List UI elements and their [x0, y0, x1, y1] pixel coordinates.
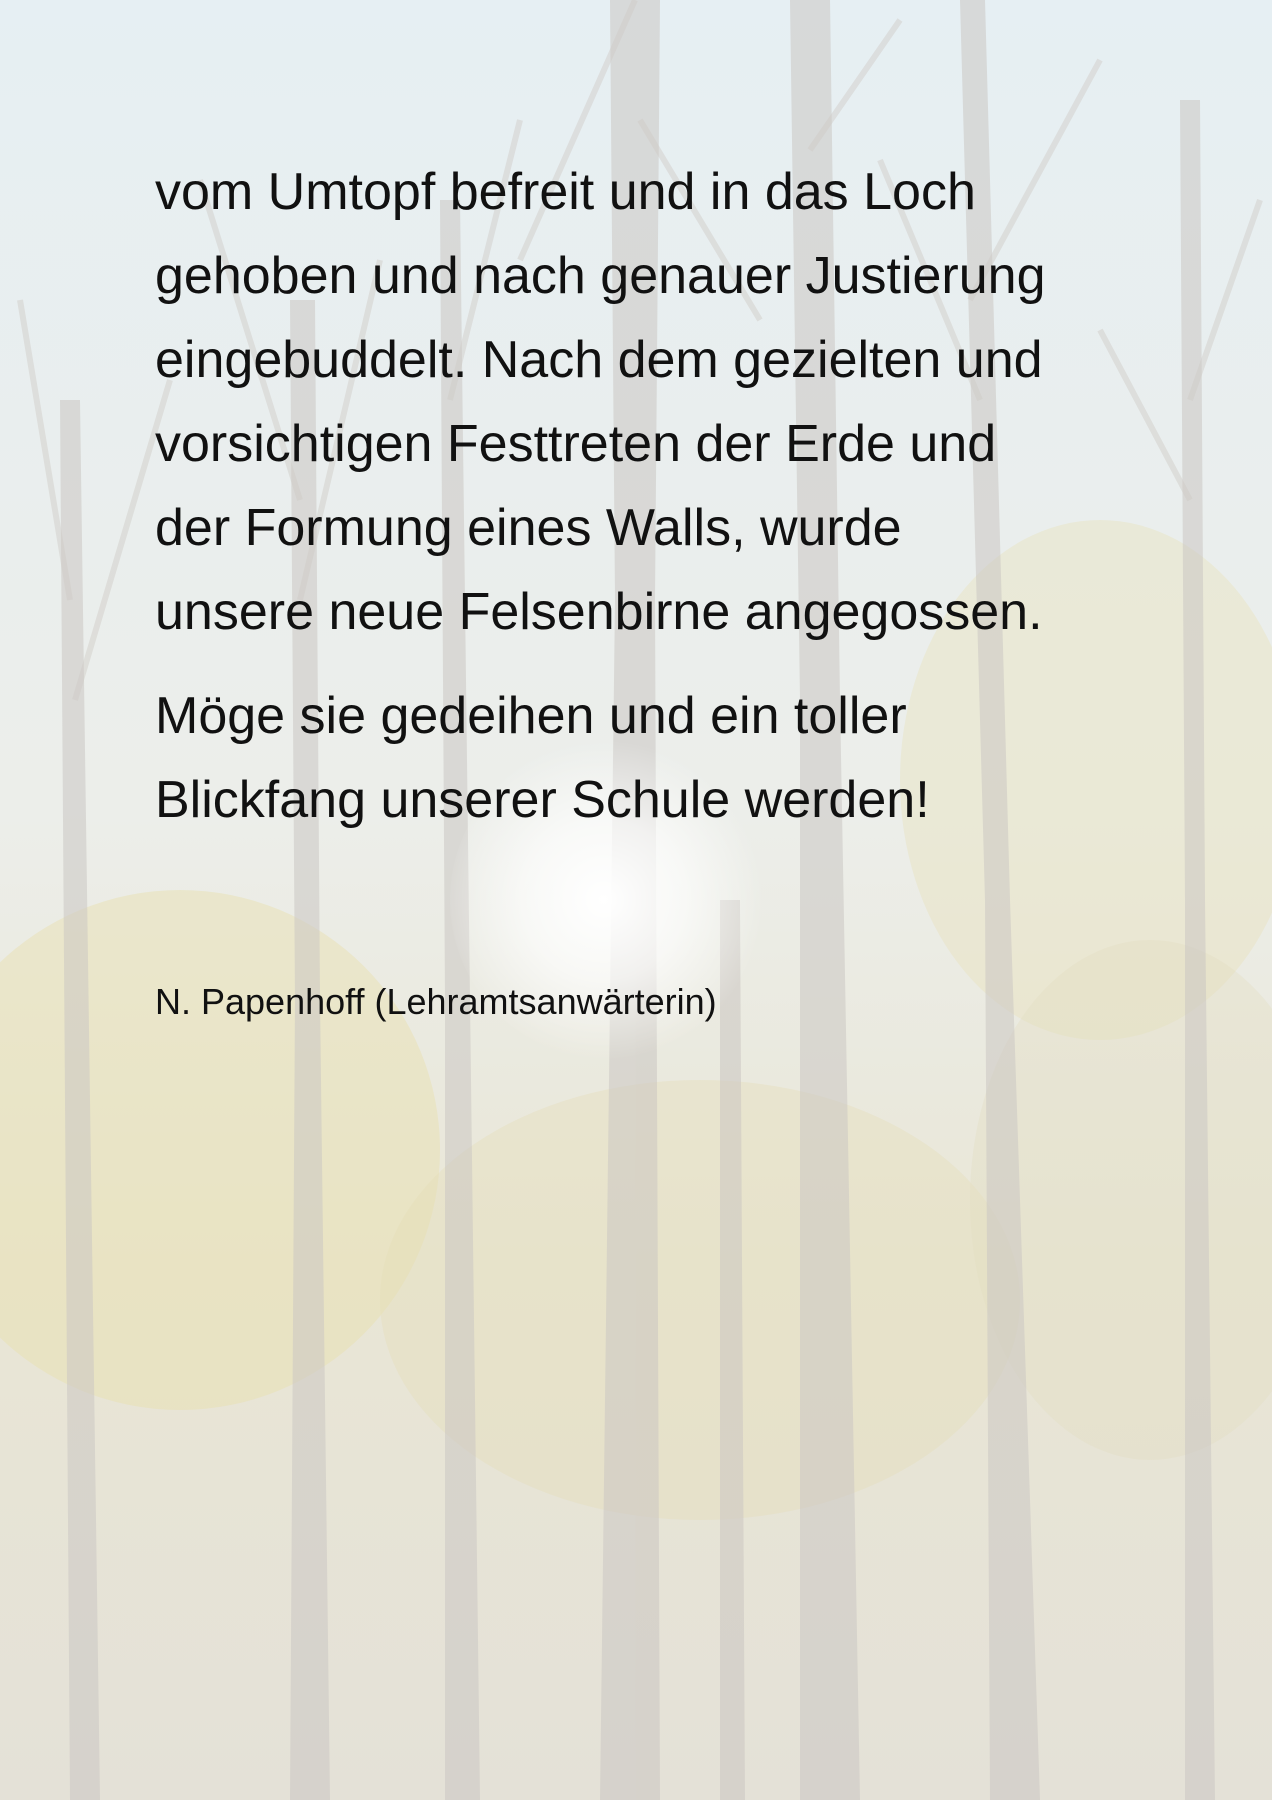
text-line: Blickfang unserer Schule werden! — [155, 771, 930, 829]
text-line: vorsichtigen Festtreten der Erde und — [155, 415, 997, 473]
document-page: vom Umtopf befreit und in das Loch gehob… — [0, 0, 1272, 1800]
text-line: unsere neue Felsenbirne angegossen. — [155, 583, 1043, 641]
text-line: vom Umtopf befreit und in das Loch — [155, 163, 976, 221]
paragraph-wish: Möge sie gedeihen und ein toller Blickfa… — [155, 674, 1115, 842]
paragraph-planting: vom Umtopf befreit und in das Loch gehob… — [155, 150, 1115, 654]
text-line: gehoben und nach genauer Justierung — [155, 247, 1046, 305]
text-line: Möge sie gedeihen und ein toller — [155, 687, 907, 745]
author-signature: N. Papenhoff (Lehramtsanwärterin) — [155, 981, 717, 1022]
text-line: der Formung eines Walls, wurde — [155, 499, 902, 557]
article-text: vom Umtopf befreit und in das Loch gehob… — [155, 150, 1115, 842]
text-line: eingebuddelt. Nach dem gezielten und — [155, 331, 1043, 389]
